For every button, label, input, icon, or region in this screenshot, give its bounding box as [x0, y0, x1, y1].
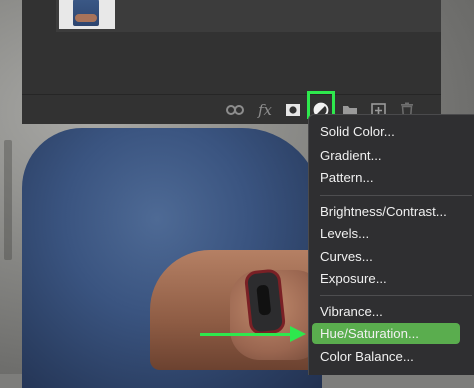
menu-item-exposure[interactable]: Exposure...	[312, 268, 472, 289]
menu-separator	[320, 195, 472, 196]
wall-texture	[4, 140, 12, 260]
menu-item-levels[interactable]: Levels...	[312, 223, 472, 244]
menu-item-pattern[interactable]: Pattern...	[312, 167, 472, 188]
layers-panel: fx	[22, 0, 441, 124]
fitness-band	[243, 268, 287, 336]
fx-icon[interactable]: fx	[255, 101, 275, 119]
add-mask-icon[interactable]	[283, 101, 303, 119]
thumbnail-person	[73, 0, 99, 26]
menu-item-color-balance[interactable]: Color Balance...	[312, 346, 472, 367]
menu-separator	[320, 295, 472, 296]
band-screen	[256, 284, 272, 316]
layer-thumbnail[interactable]	[59, 0, 115, 29]
menu-item-gradient[interactable]: Gradient...	[312, 145, 472, 166]
link-layers-icon[interactable]	[225, 101, 245, 119]
menu-item-hue-saturation[interactable]: Hue/Saturation...	[312, 323, 460, 344]
menu-item-curves[interactable]: Curves...	[312, 246, 472, 267]
pointer-arrow-icon	[290, 326, 306, 342]
menu-item-solid-color[interactable]: Solid Color...	[312, 121, 472, 142]
thumbnail-arm	[75, 14, 97, 22]
menu-item-vibrance[interactable]: Vibrance...	[312, 301, 472, 322]
menu-item-brightness-contrast[interactable]: Brightness/Contrast...	[312, 201, 472, 222]
adjustment-layer-menu: Solid Color... Gradient... Pattern... Br…	[308, 114, 474, 375]
pointer-arrow-shaft	[200, 333, 292, 336]
